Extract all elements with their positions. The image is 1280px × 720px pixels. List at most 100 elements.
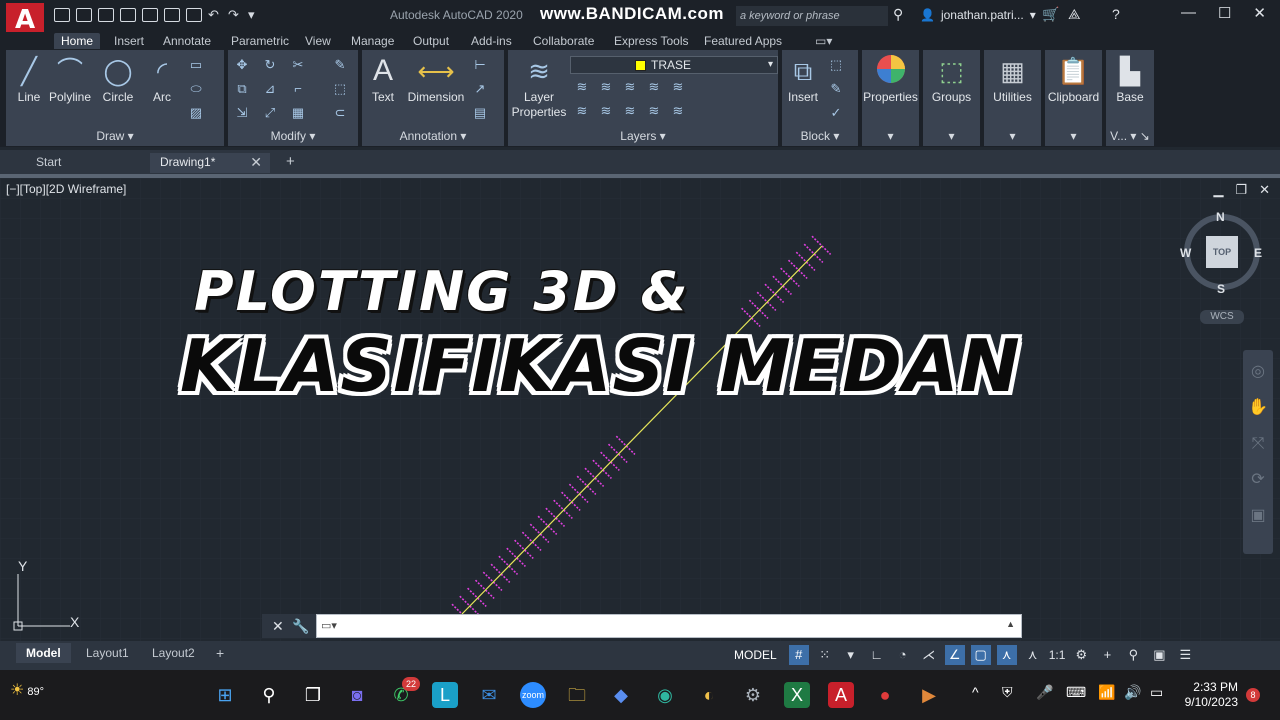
mail-icon[interactable]: ✉ (476, 682, 502, 708)
publish-icon[interactable] (164, 8, 180, 22)
trim-icon[interactable]: ✂ (290, 58, 306, 72)
new-tab-button[interactable]: + (276, 153, 306, 173)
layer-dropdown[interactable]: TRASE ▾ (570, 56, 778, 74)
layer-freeze-icon[interactable]: ≋ (622, 80, 638, 94)
model-space-toggle[interactable]: MODEL (728, 648, 783, 662)
add-layout-icon[interactable]: + (206, 643, 234, 663)
utilities-button[interactable]: ▦ Utilities (984, 54, 1041, 104)
binoculars-icon[interactable]: ⚲ (893, 6, 903, 23)
cart-icon[interactable]: 🛒 (1042, 6, 1059, 23)
tab-collaborate[interactable]: Collaborate (526, 33, 601, 49)
layer-properties-button[interactable]: ≋ Layer Properties (510, 54, 568, 120)
groups-button[interactable]: ⬚ Groups (923, 54, 980, 104)
file-tab-start[interactable]: Start (26, 153, 144, 173)
ribbon-options-icon[interactable]: ▭▾ (808, 33, 839, 49)
show-hidden-icons-icon[interactable]: ^ (972, 684, 979, 700)
lark-icon[interactable]: L (432, 682, 458, 708)
layer-copy-icon[interactable]: ≋ (670, 104, 686, 118)
erase-icon[interactable]: ✎ (332, 58, 348, 72)
layer-match-icon[interactable]: ≋ (670, 80, 686, 94)
tab-featured-apps[interactable]: Featured Apps (697, 33, 789, 49)
settings-gear-icon[interactable]: ⚙ (1071, 645, 1091, 665)
save-icon[interactable] (98, 8, 114, 22)
weather-widget[interactable]: ☀ 89° (10, 680, 44, 700)
rectangle-icon[interactable]: ▭ (188, 58, 204, 72)
command-history-icon[interactable]: ▲ (1006, 619, 1015, 629)
maximize-icon[interactable]: ☐ (1218, 4, 1231, 22)
command-input[interactable] (347, 617, 1007, 635)
base-view-button[interactable]: ▙ Base (1106, 54, 1154, 104)
minimize-viewport-icon[interactable]: ▁ (1213, 182, 1223, 198)
tab-insert[interactable]: Insert (107, 33, 151, 49)
viewport-controls-label[interactable]: [−][Top][2D Wireframe] (6, 182, 126, 196)
plot-icon[interactable] (186, 8, 202, 22)
utilities-expand-icon[interactable]: ▾ (984, 129, 1041, 143)
ortho-icon[interactable]: ∟ (867, 645, 887, 665)
undo-icon[interactable]: ↶ (208, 8, 222, 22)
web-mobile-icon[interactable] (142, 8, 158, 22)
save-as-icon[interactable] (120, 8, 136, 22)
steering-wheel-icon[interactable]: ◎ (1243, 358, 1273, 386)
notifications-badge[interactable]: 8 (1246, 688, 1260, 702)
help-icon[interactable]: ? (1112, 6, 1120, 22)
create-block-icon[interactable]: ⬚ (828, 58, 844, 72)
isolate-objects-icon[interactable]: ⚲ (1123, 645, 1143, 665)
linear-dimension-icon[interactable]: ⊢ (472, 58, 488, 72)
panel-view-title[interactable]: V... ▾ ↘ (1106, 129, 1154, 143)
panel-block-title[interactable]: Block ▾ (782, 129, 858, 143)
edit-block-icon[interactable]: ✎ (828, 82, 844, 96)
scale-icon[interactable]: ⤢ (262, 106, 278, 120)
object-snap-icon[interactable]: ▢ (970, 645, 991, 665)
zoom-extents-icon[interactable]: ⤧ (1243, 430, 1273, 458)
help-search-input[interactable]: a keyword or phrase (736, 6, 888, 26)
battery-icon[interactable]: ▭ (1150, 684, 1163, 701)
viewcube-top-face[interactable]: TOP (1206, 236, 1238, 268)
groups-expand-icon[interactable]: ▾ (923, 129, 980, 143)
layout-tab-layout1[interactable]: Layout1 (76, 643, 139, 663)
array-icon[interactable]: ▦ (290, 106, 306, 120)
search-icon[interactable]: ⚲ (256, 682, 282, 708)
properties-button[interactable]: Properties (862, 54, 919, 104)
settings-icon[interactable]: ⚙ (740, 682, 766, 708)
isodraft-icon[interactable]: ⋌ (919, 645, 939, 665)
compass-west[interactable]: W (1180, 246, 1191, 260)
polar-tracking-icon[interactable]: ◔ (893, 645, 913, 665)
layer-previous-icon[interactable]: ≋ (598, 104, 614, 118)
clipboard-expand-icon[interactable]: ▾ (1045, 129, 1102, 143)
excel-icon[interactable]: X (784, 682, 810, 708)
tab-express-tools[interactable]: Express Tools (607, 33, 695, 49)
move-icon[interactable]: ✥ (234, 58, 250, 72)
media-player-icon[interactable]: ▶ (916, 682, 942, 708)
drawing-viewport[interactable]: [−][Top][2D Wireframe] ▁ ❐ ✕ PLOTTING 3D… (0, 178, 1280, 641)
volume-icon[interactable]: 🔊 (1124, 684, 1141, 701)
tab-parametric[interactable]: Parametric (224, 33, 296, 49)
tab-output[interactable]: Output (406, 33, 456, 49)
close-command-line-icon[interactable]: ✕ (272, 614, 284, 638)
compass-north[interactable]: N (1216, 210, 1225, 224)
restore-viewport-icon[interactable]: ❐ (1235, 182, 1247, 198)
keyboard-icon[interactable]: ⌨ (1066, 684, 1086, 701)
tab-manage[interactable]: Manage (344, 33, 401, 49)
object-snap-tracking-icon[interactable]: ∠ (944, 645, 965, 665)
dimension-button[interactable]: ⟷ Dimension (406, 54, 466, 104)
text-button[interactable]: A Text (366, 54, 400, 104)
user-account-menu[interactable]: 👤 jonathan.patri... ▾ (920, 8, 1036, 22)
ellipse-icon[interactable]: ⬭ (188, 82, 204, 96)
copilot-icon[interactable]: ◆ (608, 682, 634, 708)
properties-expand-icon[interactable]: ▾ (862, 129, 919, 143)
arc-button[interactable]: ◜ Arc (146, 54, 178, 104)
zoom-icon[interactable]: zoom (520, 682, 546, 708)
layout-tab-model[interactable]: Model (16, 643, 71, 663)
panel-draw-title[interactable]: Draw ▾ (6, 129, 224, 143)
close-icon[interactable]: ✕ (1253, 4, 1266, 22)
annotation-scale-value[interactable]: 1:1 (1049, 648, 1066, 662)
wcs-menu[interactable]: WCS (1200, 310, 1244, 324)
start-menu-icon[interactable]: ⊞ (212, 682, 238, 708)
circle-button[interactable]: ◯ Circle (100, 54, 136, 104)
compass-south[interactable]: S (1217, 282, 1225, 296)
leader-icon[interactable]: ↗ (472, 82, 488, 96)
annotation-scale-icon[interactable]: ⋏ (1023, 645, 1043, 665)
recent-commands-icon[interactable]: ▭▾ (321, 619, 337, 632)
polyline-button[interactable]: ⌒ Polyline (48, 54, 92, 104)
open-file-icon[interactable] (76, 8, 92, 22)
